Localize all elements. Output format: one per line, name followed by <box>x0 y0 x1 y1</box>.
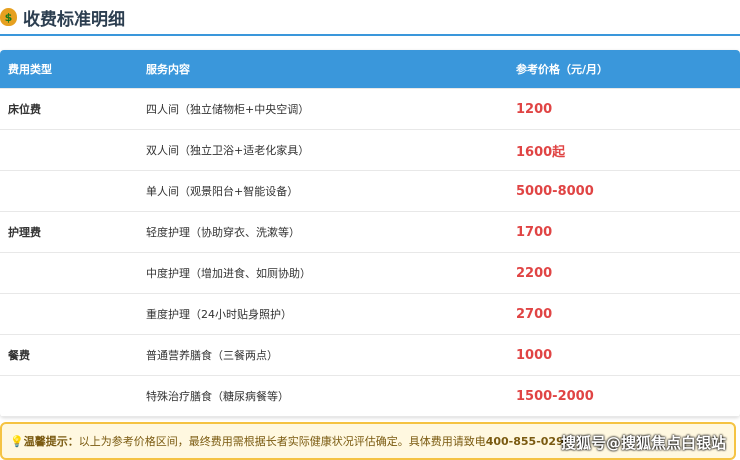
cell-type: 餐费 <box>8 349 30 362</box>
lightbulb-icon: 💡 <box>10 434 24 448</box>
table-row: 中度护理（增加进食、如厕协助） 2200 <box>0 253 740 294</box>
cell-service: 重度护理（24小时贴身照护） <box>146 308 292 321</box>
table-row: 餐费 普通营养膳食（三餐两点） 1000 <box>0 335 740 376</box>
cell-service: 双人间（独立卫浴+适老化家具） <box>146 144 310 157</box>
table-row: 特殊治疗膳食（糖尿病餐等） 1500-2000 <box>0 376 740 417</box>
table-row: 双人间（独立卫浴+适老化家具） 1600起 <box>0 130 740 171</box>
watermark: 搜狐号@搜狐焦点白银站 <box>560 434 726 452</box>
table-row: 重度护理（24小时贴身照护） 2700 <box>0 294 740 335</box>
page-title: $ 收费标准明细 <box>0 4 125 30</box>
cell-price: 1700 <box>516 224 553 240</box>
cell-service: 特殊治疗膳食（糖尿病餐等） <box>146 390 289 403</box>
cell-price: 1000 <box>516 347 553 363</box>
cell-price: 5000-8000 <box>516 183 594 199</box>
money-bag-icon: $ <box>0 8 17 26</box>
cell-service: 轻度护理（协助穿衣、洗漱等） <box>146 226 300 239</box>
cell-type: 护理费 <box>8 226 41 239</box>
cell-price: 1500-2000 <box>516 388 594 404</box>
cell-service: 单人间（观景阳台+智能设备） <box>146 185 299 198</box>
cell-service: 普通营养膳食（三餐两点） <box>146 349 278 362</box>
table-row: 单人间（观景阳台+智能设备） 5000-8000 <box>0 171 740 212</box>
cell-type: 床位费 <box>8 103 41 116</box>
cell-price: 2200 <box>516 265 553 281</box>
cell-service: 中度护理（增加进食、如厕协助） <box>146 267 311 280</box>
cell-price: 2700 <box>516 306 553 322</box>
fee-table: 费用类型 服务内容 参考价格（元/月） 床位费 四人间（独立储物柜+中央空调） 12… <box>0 50 740 417</box>
divider <box>0 34 740 36</box>
table-row: 床位费 四人间（独立储物柜+中央空调） 1200 <box>0 89 740 130</box>
cell-price: 1200 <box>516 101 553 117</box>
cell-service: 四人间（独立储物柜+中央空调） <box>146 103 310 116</box>
cell-price: 1600起 <box>516 144 566 160</box>
table-header: 费用类型 服务内容 参考价格（元/月） <box>0 50 740 89</box>
table-row: 护理费 轻度护理（协助穿衣、洗漱等） 1700 <box>0 212 740 253</box>
